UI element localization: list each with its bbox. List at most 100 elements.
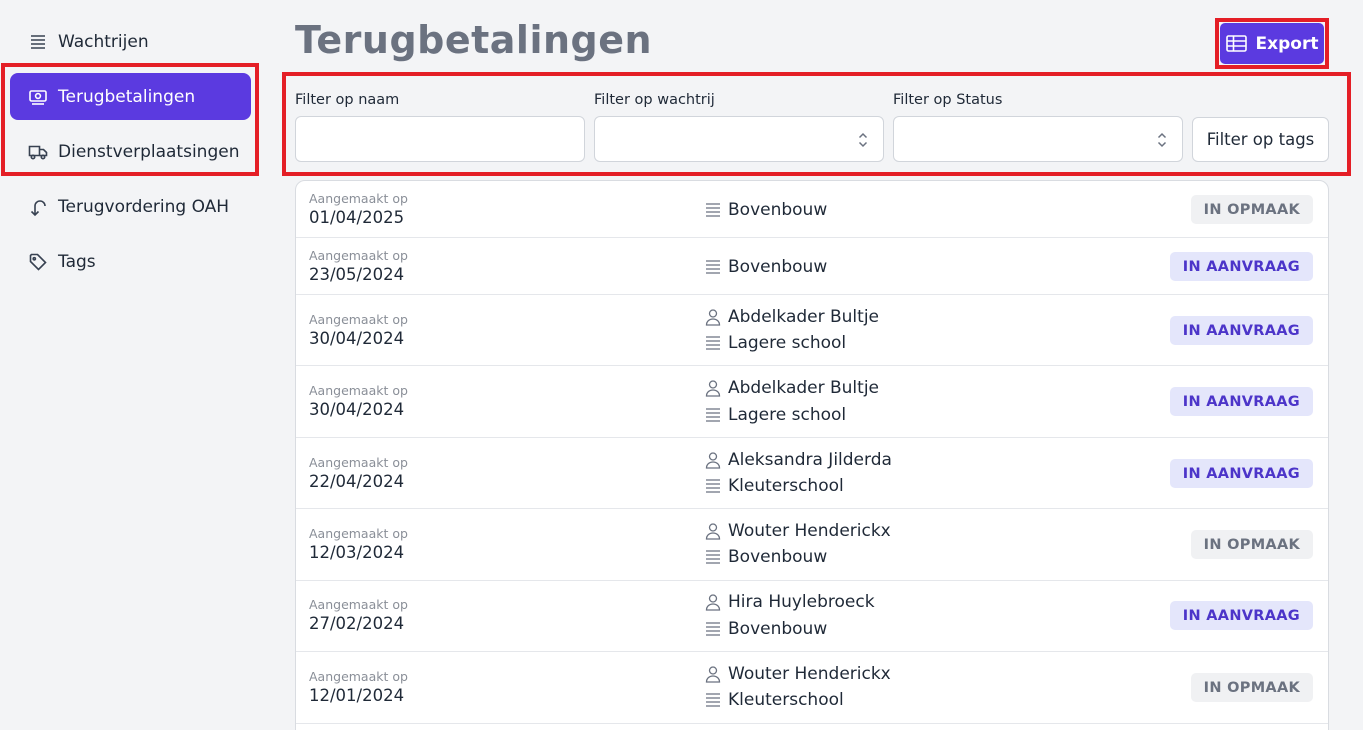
queue-line: Lagere school	[705, 405, 846, 425]
queue-icon	[705, 334, 721, 352]
queue-line: Bovenbouw	[705, 547, 827, 567]
queue-icon	[705, 201, 721, 219]
filter-queue-select[interactable]	[594, 116, 884, 162]
status-badge: IN AANVRAAG	[1169, 601, 1313, 630]
list-item[interactable]: Aangemaakt op 12/03/2024 Wouter Henderic…	[296, 509, 1328, 581]
user-icon	[705, 451, 721, 469]
list-item[interactable]: Aangemaakt op 30/04/2024 Abdelkader Bult…	[296, 366, 1328, 438]
created-date: 23/05/2024	[309, 265, 405, 284]
list-item[interactable]: Aangemaakt op 30/04/2024 Abdelkader Bult…	[296, 295, 1328, 366]
filter-queue-label: Filter op wachtrij	[594, 92, 715, 108]
person-name: Hira Huylebroeck	[728, 592, 875, 612]
status-badge: IN AANVRAAG	[1169, 459, 1313, 488]
person-name: Wouter Henderickx	[728, 664, 891, 684]
user-icon	[705, 379, 721, 397]
export-button[interactable]: Export	[1220, 23, 1324, 64]
sidebar-item-dienstverplaatsingen[interactable]: Dienstverplaatsingen	[10, 128, 251, 175]
queue-name: Kleuterschool	[728, 690, 844, 710]
created-date: 12/03/2024	[309, 543, 405, 562]
queue-icon	[705, 620, 721, 638]
queue-line: Bovenbouw	[705, 619, 827, 639]
return-arrow-icon	[27, 196, 49, 218]
queue-name: Bovenbouw	[728, 547, 828, 567]
status-badge: IN AANVRAAG	[1169, 252, 1313, 281]
created-label: Aangemaakt op	[309, 597, 408, 612]
tag-icon	[27, 251, 49, 273]
filter-tags-button[interactable]: Filter op tags	[1192, 117, 1329, 162]
truck-icon	[27, 141, 49, 163]
person-name: Aleksandra Jilderda	[728, 450, 892, 470]
filter-status-label: Filter op Status	[893, 92, 1003, 108]
user-icon	[705, 308, 721, 326]
status-badge: IN OPMAAK	[1190, 530, 1313, 559]
table-icon	[1225, 35, 1247, 52]
created-date: 30/04/2024	[309, 329, 405, 348]
list-item[interactable]: Aangemaakt op 22/04/2024 Aleksandra Jild…	[296, 438, 1328, 509]
person-name: Abdelkader Bultje	[728, 307, 880, 327]
queue-line: Bovenbouw	[705, 200, 827, 220]
list-item[interactable]: Aangemaakt op 27/02/2024 Hira Huylebroec…	[296, 581, 1328, 652]
filter-status-select[interactable]	[893, 116, 1183, 162]
created-label: Aangemaakt op	[309, 248, 408, 263]
sidebar: Wachtrijen Terugbetalingen Dienstverplaa…	[0, 0, 270, 730]
user-icon	[705, 593, 721, 611]
list-item[interactable]: Aangemaakt op 01/04/2025 Bovenbouw IN OP…	[296, 181, 1328, 238]
created-label: Aangemaakt op	[309, 191, 408, 206]
queue-line: Bovenbouw	[705, 257, 827, 277]
person-name: Wouter Henderickx	[728, 521, 891, 541]
queue-icon	[705, 477, 721, 495]
queue-icon	[705, 691, 721, 709]
refund-list: Aangemaakt op 01/04/2025 Bovenbouw IN OP…	[295, 180, 1329, 730]
money-icon	[27, 86, 49, 108]
user-icon	[705, 665, 721, 683]
queue-name: Bovenbouw	[728, 257, 828, 277]
person-line: Aleksandra Jilderda	[705, 450, 892, 470]
queue-line: Lagere school	[705, 333, 846, 353]
person-line: Wouter Henderickx	[705, 664, 891, 684]
chevron-updown-icon	[1157, 132, 1167, 148]
page-title: Terugbetalingen	[295, 18, 653, 62]
created-date: 27/02/2024	[309, 614, 405, 633]
queue-name: Kleuterschool	[728, 476, 844, 496]
chevron-updown-icon	[858, 132, 868, 148]
sidebar-item-label: Dienstverplaatsingen	[58, 141, 240, 162]
person-line: Wouter Henderickx	[705, 521, 891, 541]
created-date: 22/04/2024	[309, 472, 405, 491]
queue-icon	[705, 406, 721, 424]
queue-icon	[27, 31, 49, 53]
queue-line: Kleuterschool	[705, 690, 844, 710]
status-badge: IN AANVRAAG	[1169, 387, 1313, 416]
filter-name-input[interactable]	[295, 116, 585, 162]
sidebar-item-wachtrijen[interactable]: Wachtrijen	[10, 18, 251, 65]
queue-name: Bovenbouw	[728, 619, 828, 639]
status-badge: IN OPMAAK	[1190, 673, 1313, 702]
sidebar-item-label: Tags	[58, 251, 96, 272]
filter-name-label: Filter op naam	[295, 92, 400, 108]
created-date: 30/04/2024	[309, 400, 405, 419]
queue-icon	[705, 258, 721, 276]
created-date: 12/01/2024	[309, 686, 405, 705]
person-line: Abdelkader Bultje	[705, 378, 879, 398]
person-line: Abdelkader Bultje	[705, 307, 879, 327]
queue-icon	[705, 548, 721, 566]
sidebar-item-terugbetalingen[interactable]: Terugbetalingen	[10, 73, 251, 120]
created-label: Aangemaakt op	[309, 526, 408, 541]
sidebar-item-tags[interactable]: Tags	[10, 238, 251, 285]
list-item[interactable]: Aangemaakt op 23/05/2024 Bovenbouw IN AA…	[296, 238, 1328, 295]
sidebar-item-terugvordering-oah[interactable]: Terugvordering OAH	[10, 183, 251, 230]
sidebar-item-label: Terugvordering OAH	[58, 196, 230, 217]
sidebar-item-label: Terugbetalingen	[58, 86, 196, 107]
status-badge: IN AANVRAAG	[1169, 316, 1313, 345]
created-label: Aangemaakt op	[309, 455, 408, 470]
created-date: 01/04/2025	[309, 208, 405, 227]
queue-name: Lagere school	[728, 405, 847, 425]
user-icon	[705, 522, 721, 540]
status-badge: IN OPMAAK	[1190, 195, 1313, 224]
export-label: Export	[1255, 33, 1319, 54]
list-item[interactable]: Aangemaakt op 12/01/2024 Wouter Henderic…	[296, 652, 1328, 724]
queue-line: Kleuterschool	[705, 476, 844, 496]
created-label: Aangemaakt op	[309, 312, 408, 327]
queue-name: Lagere school	[728, 333, 847, 353]
queue-name: Bovenbouw	[728, 200, 828, 220]
sidebar-item-label: Wachtrijen	[58, 31, 149, 52]
